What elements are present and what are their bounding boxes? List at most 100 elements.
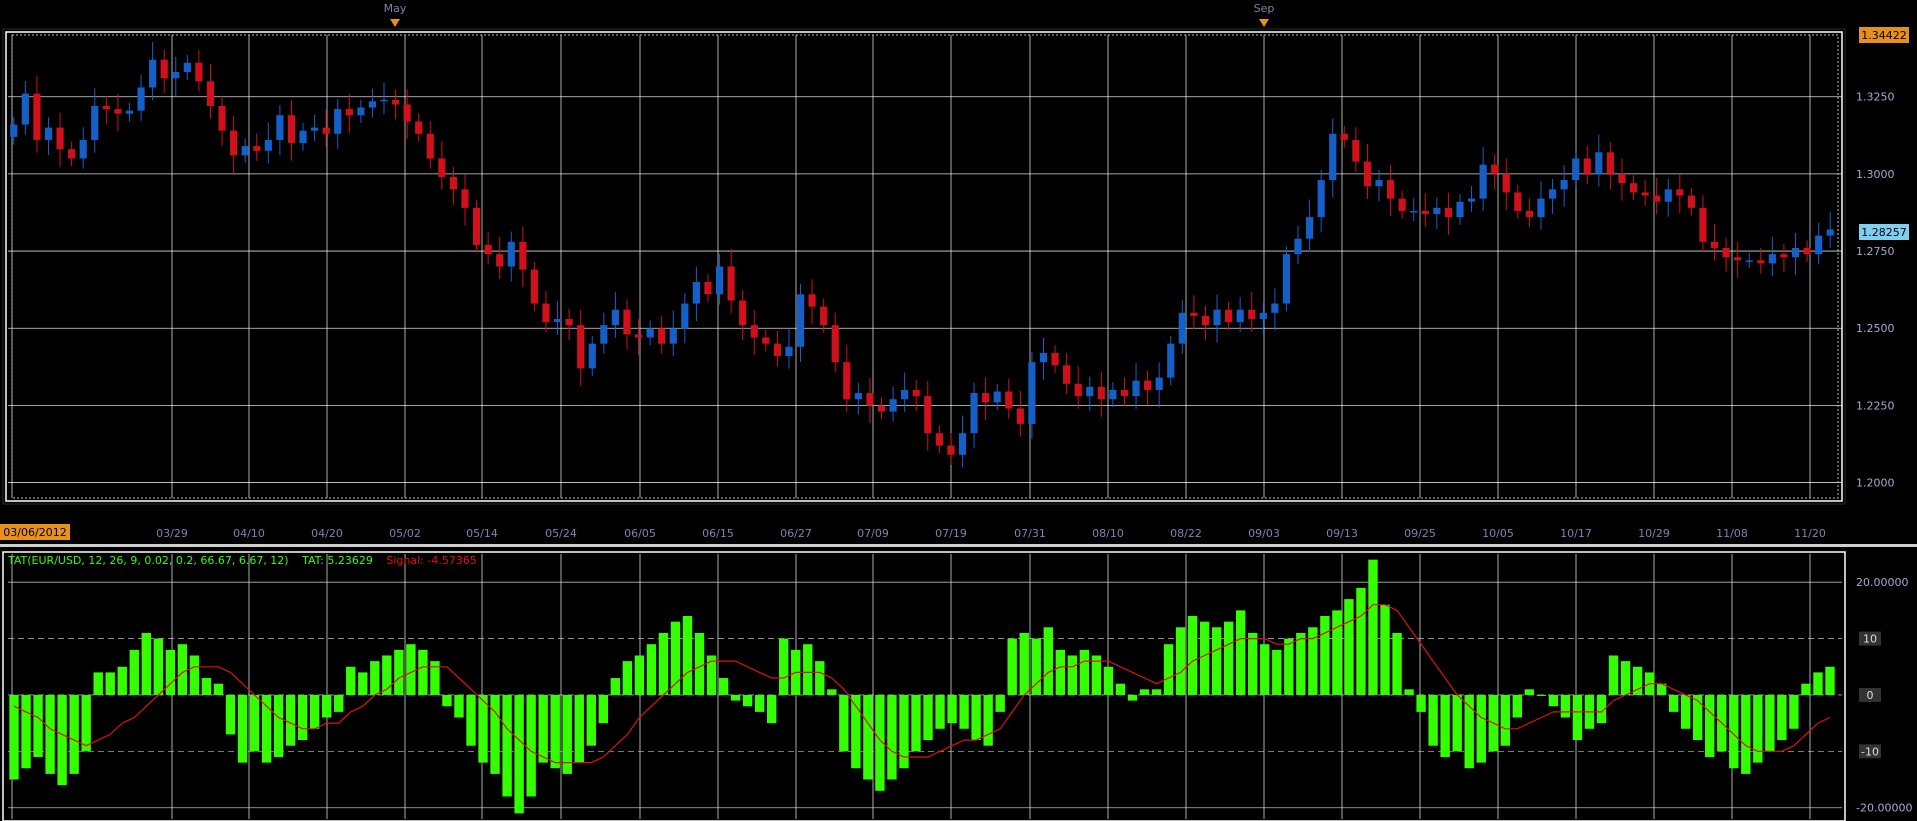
candle-body (1236, 309, 1244, 323)
tat-bar (442, 694, 452, 707)
date-tick-label: 05/24 (545, 527, 577, 540)
tat-bar (526, 694, 536, 797)
candle-body (91, 105, 99, 140)
candle-body (79, 139, 87, 159)
tat-bar (1801, 683, 1811, 695)
panel-separator[interactable] (0, 544, 1917, 547)
candle-body (102, 105, 110, 110)
price-tick-label: 1.2750 (1856, 245, 1895, 258)
candle-body (692, 281, 700, 304)
candle-body (1329, 133, 1337, 181)
candle-body (715, 266, 724, 295)
tat-bar (574, 694, 584, 763)
candle-body (149, 59, 157, 88)
price-tick-label: 1.2000 (1856, 477, 1895, 490)
tat-bar (1512, 694, 1522, 718)
candle-body (1363, 161, 1372, 187)
candle-body (1433, 207, 1441, 215)
candle-body (1155, 377, 1163, 390)
candle-body (1132, 380, 1140, 397)
price-chart-panel[interactable] (2, 28, 1846, 505)
candle-body (762, 337, 770, 344)
candle-body (21, 93, 29, 125)
candle-body (1826, 229, 1834, 236)
start-date-tag: 03/06/2012 (0, 524, 70, 540)
candle-body (507, 241, 515, 267)
high-price-tag: 1.34422 (1859, 27, 1909, 43)
candle-body (1317, 180, 1325, 218)
candle-body (634, 334, 643, 338)
candle-body (1803, 247, 1811, 255)
candle-body (1537, 198, 1545, 218)
candle-body (1583, 158, 1591, 174)
tat-bar (1536, 694, 1547, 696)
candle-body (1190, 312, 1198, 316)
tat-bar (189, 655, 200, 695)
date-tick-label: 07/09 (857, 527, 889, 540)
candle-body (669, 328, 677, 344)
tat-bar (1500, 694, 1510, 746)
date-tick-label: 09/25 (1404, 527, 1436, 540)
tat-bar (550, 694, 560, 769)
tat-bar (1572, 694, 1583, 741)
candle-body (10, 124, 18, 137)
high-price-label: 1.34422 (1861, 29, 1907, 42)
tat-bar (911, 694, 921, 752)
indicator-legend: TAT(EUR/USD, 12, 26, 9, 0.02, 0.2, 66.67… (7, 554, 477, 567)
candle-body (1572, 158, 1580, 181)
tat-bar (93, 672, 103, 695)
candle-body (1444, 207, 1453, 218)
candle-body (357, 107, 365, 116)
tat-bar (1236, 610, 1246, 695)
candle-body (727, 266, 735, 301)
candle-body (1294, 238, 1302, 255)
price-panel-frame (2, 28, 1846, 505)
candle-body (750, 325, 758, 338)
tat-bar (694, 632, 705, 695)
candle-body (206, 81, 215, 106)
indicator-panel[interactable]: TAT(EUR/USD, 12, 26, 9, 0.02, 0.2, 66.67… (2, 551, 1846, 821)
tat-bar (21, 694, 31, 769)
date-tick-label: 04/10 (233, 527, 265, 540)
date-tick-label: 05/02 (389, 527, 421, 540)
tat-bar (646, 644, 657, 695)
candle-body (854, 393, 862, 400)
candle-body (831, 325, 839, 363)
candle-body (1421, 210, 1429, 215)
tat-bar (586, 694, 596, 746)
tat-bar (129, 649, 139, 695)
indicator-tick-label: 20.00000 (1856, 576, 1909, 589)
candle-body (218, 105, 226, 131)
indicator-tick-label: 0 (1867, 689, 1874, 702)
tat-bar (1452, 694, 1462, 752)
candle-body (1710, 241, 1719, 248)
candle-body (565, 318, 573, 326)
tat-bar (69, 694, 79, 774)
month-marker-label: Sep (1254, 2, 1275, 15)
tat-bar (1151, 689, 1162, 695)
candle-body (368, 101, 377, 108)
tat-bar (1416, 694, 1426, 712)
tat-bar (827, 689, 837, 695)
tat-bar (394, 649, 404, 695)
candle-body (1514, 192, 1522, 211)
tat-bar (1705, 694, 1715, 757)
tat-bar (490, 694, 500, 774)
tat-bar (610, 678, 621, 695)
candle-body (912, 389, 920, 397)
tat-bar (33, 694, 43, 757)
candle-body (1005, 391, 1013, 409)
candle-body (1676, 189, 1684, 196)
date-tick-label: 07/31 (1014, 527, 1046, 540)
tat-bar (1223, 621, 1234, 695)
indicator-plot-border (2, 551, 1846, 821)
candle-body (426, 133, 434, 159)
candle-body (125, 110, 134, 114)
candle-body (600, 325, 608, 344)
candle-body (1525, 210, 1533, 218)
candle-body (542, 303, 550, 323)
candle-body (1028, 362, 1036, 424)
candle-body (1722, 247, 1730, 258)
tat-bar (273, 694, 284, 757)
tat-bar (261, 694, 272, 763)
